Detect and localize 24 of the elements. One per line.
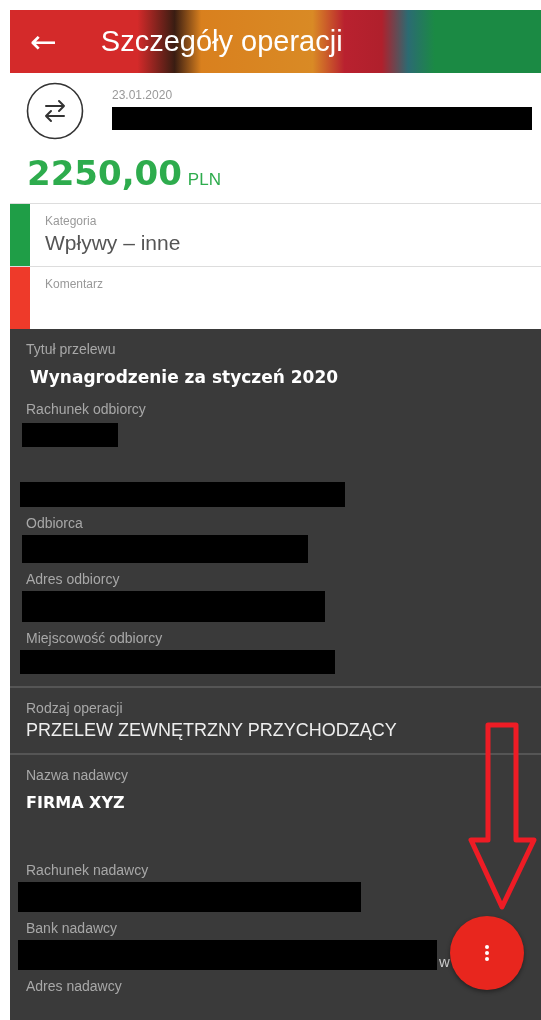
- field-label: Tytuł przelewu: [26, 341, 117, 357]
- field-label: Adres nadawcy: [26, 978, 123, 994]
- field-label: Rodzaj operacji: [26, 700, 124, 716]
- field-label: Odbiorca: [26, 515, 84, 531]
- transfer-icon: [26, 82, 84, 140]
- field-label: Komentarz: [45, 277, 104, 291]
- field-value: FIRMA XYZ: [26, 793, 126, 812]
- field-label: Nazwa nadawcy: [26, 767, 129, 783]
- field-value: Wynagrodzenie za styczeń 2020: [30, 367, 340, 387]
- more-icon: [484, 944, 490, 962]
- field-label: Kategoria: [45, 214, 98, 228]
- field-value: PRZELEW ZEWNĘTRZNY PRZYCHODZĄCY: [26, 720, 398, 741]
- more-button[interactable]: [450, 916, 524, 990]
- currency: PLN: [187, 170, 221, 190]
- field-label: Rachunek nadawcy: [26, 862, 150, 878]
- operation-date: 23.01.2020: [112, 88, 174, 102]
- field-value: w: [439, 953, 450, 970]
- field-label: Adres odbiorcy: [26, 571, 121, 587]
- field-label: Bank nadawcy: [26, 920, 119, 936]
- field-label: Rachunek odbiorcy: [26, 401, 147, 417]
- field-value: Wpływy – inne: [45, 231, 181, 255]
- back-button[interactable]: ←: [30, 25, 57, 58]
- field-label: Miejscowość odbiorcy: [26, 630, 164, 646]
- amount: 2250,00: [27, 153, 182, 193]
